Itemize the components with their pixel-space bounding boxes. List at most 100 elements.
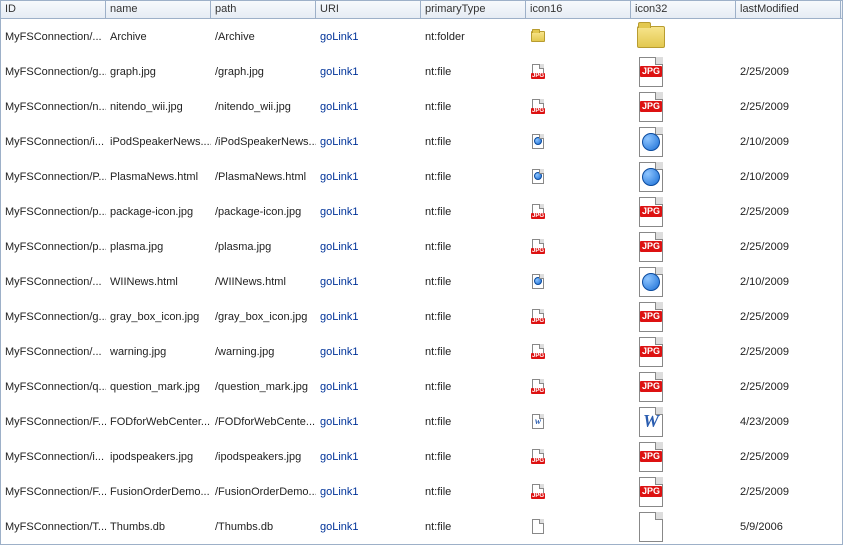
- uri-link[interactable]: goLink1: [320, 311, 359, 323]
- jpg-file-icon: JPG: [530, 204, 546, 220]
- table-row[interactable]: MyFSConnection/F...FusionOrderDemo.../Fu…: [1, 474, 842, 509]
- cell-uri: goLink1: [316, 124, 421, 159]
- uri-link[interactable]: goLink1: [320, 486, 359, 498]
- table-row[interactable]: MyFSConnection/g...graph.jpg/graph.jpggo…: [1, 54, 842, 89]
- table-row[interactable]: MyFSConnection/q...question_mark.jpg/que…: [1, 369, 842, 404]
- cell-lastmodified: 2/25/2009: [736, 439, 841, 474]
- jpg-file-icon: JPG: [530, 99, 546, 115]
- cell-id: MyFSConnection/i...: [1, 439, 106, 474]
- cell-lastmodified: 2/25/2009: [736, 474, 841, 509]
- cell-id: MyFSConnection/q...: [1, 369, 106, 404]
- uri-link[interactable]: goLink1: [320, 101, 359, 113]
- cell-primarytype: nt:file: [421, 299, 526, 334]
- uri-link[interactable]: goLink1: [320, 66, 359, 78]
- table-row[interactable]: MyFSConnection/p...plasma.jpg/plasma.jpg…: [1, 229, 842, 264]
- cell-lastmodified: 5/9/2006: [736, 509, 841, 544]
- cell-path: /Archive: [211, 19, 316, 54]
- uri-link[interactable]: goLink1: [320, 241, 359, 253]
- html-file-icon: [530, 134, 546, 150]
- uri-link[interactable]: goLink1: [320, 346, 359, 358]
- header-id[interactable]: ID: [1, 1, 106, 18]
- header-primarytype[interactable]: primaryType: [421, 1, 526, 18]
- table-row[interactable]: MyFSConnection/i...iPodSpeakerNews..../i…: [1, 124, 842, 159]
- cell-icon32: JPG: [631, 369, 736, 404]
- cell-icon32: [631, 509, 736, 544]
- folder-icon: [635, 21, 667, 53]
- cell-primarytype: nt:file: [421, 264, 526, 299]
- table-row[interactable]: MyFSConnection/i...ipodspeakers.jpg/ipod…: [1, 439, 842, 474]
- table-row[interactable]: MyFSConnection/...Archive/ArchivegoLink1…: [1, 19, 842, 54]
- cell-id: MyFSConnection/n...: [1, 89, 106, 124]
- uri-link[interactable]: goLink1: [320, 381, 359, 393]
- cell-path: /Thumbs.db: [211, 509, 316, 544]
- uri-link[interactable]: goLink1: [320, 416, 359, 428]
- jpg-file-icon: JPG: [635, 301, 667, 333]
- cell-lastmodified: 2/25/2009: [736, 89, 841, 124]
- table-row[interactable]: MyFSConnection/T...Thumbs.db/Thumbs.db go…: [1, 509, 842, 544]
- cell-icon32: JPG: [631, 54, 736, 89]
- cell-name: FusionOrderDemo...: [106, 474, 211, 509]
- cell-uri: goLink1: [316, 439, 421, 474]
- table-row[interactable]: MyFSConnection/n...nitendo_wii.jpg/niten…: [1, 89, 842, 124]
- cell-id: MyFSConnection/...: [1, 334, 106, 369]
- cell-name: Thumbs.db: [106, 509, 211, 544]
- cell-primarytype: nt:file: [421, 474, 526, 509]
- header-uri[interactable]: URI: [316, 1, 421, 18]
- cell-primarytype: nt:file: [421, 89, 526, 124]
- uri-link[interactable]: goLink1: [320, 136, 359, 148]
- cell-icon32: W: [631, 404, 736, 439]
- table-row[interactable]: MyFSConnection/g...gray_box_icon.jpg/gra…: [1, 299, 842, 334]
- header-icon32[interactable]: icon32: [631, 1, 736, 18]
- cell-name: Archive: [106, 19, 211, 54]
- cell-uri: goLink1: [316, 334, 421, 369]
- data-grid: ID name path URI primaryType icon16 icon…: [0, 0, 843, 545]
- grid-body: MyFSConnection/... Archive/Archive goLink1…: [1, 19, 842, 544]
- cell-primarytype: nt:folder: [421, 19, 526, 54]
- cell-lastmodified: 2/10/2009: [736, 124, 841, 159]
- cell-icon16: JPG: [526, 334, 631, 369]
- uri-link[interactable]: goLink1: [320, 521, 359, 533]
- cell-lastmodified: 4/23/2009: [736, 404, 841, 439]
- header-icon16[interactable]: icon16: [526, 1, 631, 18]
- cell-path: /FODforWebCente...: [211, 404, 316, 439]
- cell-lastmodified: 2/10/2009: [736, 159, 841, 194]
- cell-lastmodified: 2/25/2009: [736, 334, 841, 369]
- html-file-icon: [530, 274, 546, 290]
- cell-icon16: [526, 124, 631, 159]
- table-row[interactable]: MyFSConnection/P...PlasmaNews.html/Plasm…: [1, 159, 842, 194]
- cell-icon16: JPG: [526, 89, 631, 124]
- uri-link[interactable]: goLink1: [320, 206, 359, 218]
- table-row[interactable]: MyFSConnection/...WIINews.html/WIINews.h…: [1, 264, 842, 299]
- cell-primarytype: nt:file: [421, 194, 526, 229]
- cell-primarytype: nt:file: [421, 369, 526, 404]
- uri-link[interactable]: goLink1: [320, 171, 359, 183]
- jpg-file-icon: JPG: [635, 56, 667, 88]
- cell-lastmodified: 2/25/2009: [736, 54, 841, 89]
- cell-path: /FusionOrderDemo...: [211, 474, 316, 509]
- cell-icon16: w: [526, 404, 631, 439]
- html-file-icon: [635, 266, 667, 298]
- jpg-file-icon: JPG: [530, 309, 546, 325]
- cell-uri: goLink1: [316, 474, 421, 509]
- header-path[interactable]: path: [211, 1, 316, 18]
- cell-icon32: JPG: [631, 194, 736, 229]
- cell-primarytype: nt:file: [421, 334, 526, 369]
- table-row[interactable]: MyFSConnection/...warning.jpg/warning.jp…: [1, 334, 842, 369]
- jpg-file-icon: JPG: [635, 196, 667, 228]
- cell-path: /iPodSpeakerNews...: [211, 124, 316, 159]
- cell-uri: goLink1: [316, 19, 421, 54]
- uri-link[interactable]: goLink1: [320, 31, 359, 43]
- cell-primarytype: nt:file: [421, 54, 526, 89]
- header-name[interactable]: name: [106, 1, 211, 18]
- table-row[interactable]: MyFSConnection/p...package-icon.jpg/pack…: [1, 194, 842, 229]
- table-row[interactable]: MyFSConnection/F...FODforWebCenter.../FO…: [1, 404, 842, 439]
- header-lastmodified[interactable]: lastModified: [736, 1, 841, 18]
- cell-id: MyFSConnection/T...: [1, 509, 106, 544]
- cell-name: package-icon.jpg: [106, 194, 211, 229]
- html-file-icon: [635, 126, 667, 158]
- jpg-file-icon: JPG: [635, 91, 667, 123]
- cell-uri: goLink1: [316, 509, 421, 544]
- cell-icon32: [631, 124, 736, 159]
- uri-link[interactable]: goLink1: [320, 276, 359, 288]
- uri-link[interactable]: goLink1: [320, 451, 359, 463]
